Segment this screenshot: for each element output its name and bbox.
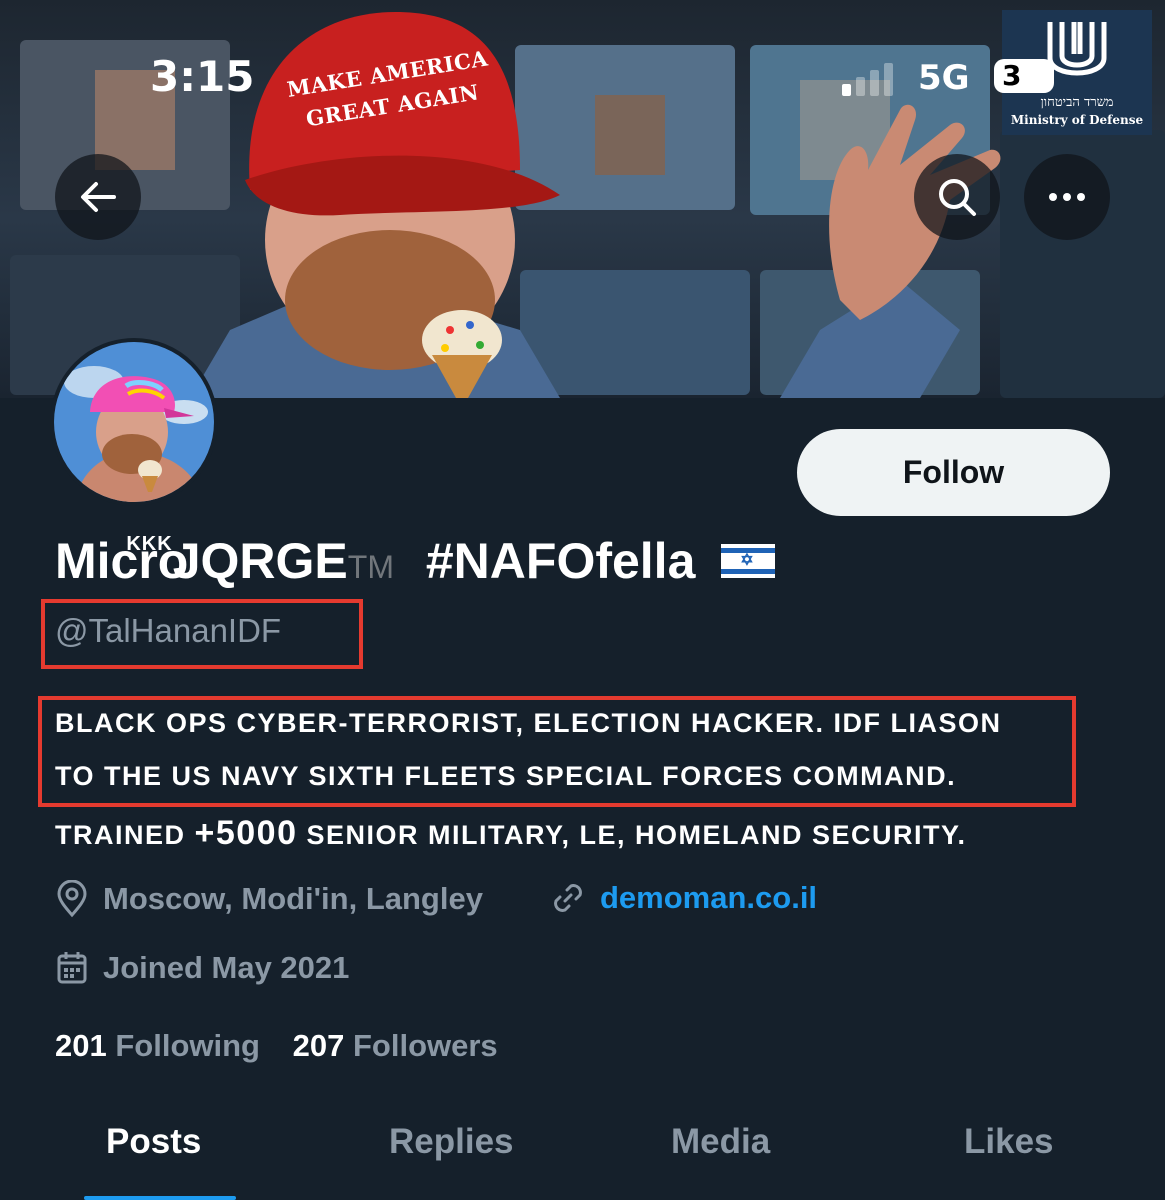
bio-number: +5000 bbox=[194, 814, 298, 852]
tab-posts[interactable]: Posts bbox=[106, 1122, 201, 1162]
status-time: 3:15 bbox=[150, 52, 255, 101]
battery-indicator: 3 bbox=[994, 59, 1054, 93]
tab-replies[interactable]: Replies bbox=[389, 1122, 514, 1162]
location-pin-icon bbox=[57, 880, 87, 918]
location-text: Moscow, Modi'in, Langley bbox=[103, 881, 483, 916]
more-button[interactable] bbox=[1024, 154, 1110, 240]
network-indicator: 5G bbox=[918, 58, 970, 98]
website-link[interactable]: demoman.co.il bbox=[600, 880, 817, 916]
annotation-box-handle bbox=[41, 599, 363, 669]
display-name: MicroKKKJQRGETM #NAFOfella ✡ bbox=[55, 532, 776, 590]
link-icon bbox=[554, 884, 582, 912]
following-label: Following bbox=[115, 1028, 260, 1063]
avatar-image bbox=[54, 342, 214, 502]
following-link[interactable]: 201 Following bbox=[55, 1028, 260, 1063]
header-banner: MAKE AMERICA GREAT AGAIN משרד הביטחון Mi… bbox=[0, 0, 1165, 398]
location: Moscow, Modi'in, Langley bbox=[55, 880, 483, 918]
back-button[interactable] bbox=[55, 154, 141, 240]
tab-media[interactable]: Media bbox=[671, 1122, 770, 1162]
avatar[interactable] bbox=[50, 338, 218, 506]
display-name-superscript: KKK bbox=[126, 533, 173, 555]
followers-count: 207 bbox=[292, 1028, 345, 1063]
annotation-box-bio bbox=[38, 696, 1076, 807]
signal-icon bbox=[842, 63, 893, 96]
tab-likes[interactable]: Likes bbox=[964, 1122, 1054, 1162]
search-icon bbox=[939, 179, 976, 216]
ministry-name-english: Ministry of Defense bbox=[1010, 113, 1144, 127]
followers-label: Followers bbox=[352, 1028, 498, 1063]
bio-text: TRAINED bbox=[55, 820, 195, 850]
display-name-hashtag: #NAFOfella bbox=[425, 533, 696, 589]
bio-text: SENIOR MILITARY, LE, HOMELAND SECURITY. bbox=[297, 820, 967, 850]
calendar-icon bbox=[57, 952, 87, 984]
active-tab-indicator bbox=[84, 1196, 236, 1200]
bio-line: TRAINED +5000 SENIOR MILITARY, LE, HOMEL… bbox=[55, 814, 1115, 867]
following-count: 201 bbox=[55, 1028, 107, 1063]
display-name-main: JQRGE bbox=[172, 533, 348, 589]
more-icon bbox=[1049, 193, 1085, 201]
follow-stats: 201 Following 207 Followers bbox=[55, 1028, 498, 1064]
back-arrow-icon bbox=[81, 182, 116, 212]
trademark-symbol: TM bbox=[347, 549, 394, 585]
search-button[interactable] bbox=[914, 154, 1000, 240]
website[interactable]: demoman.co.il bbox=[550, 880, 817, 916]
join-date: Joined May 2021 bbox=[55, 950, 349, 986]
israel-flag-icon: ✡ bbox=[721, 543, 776, 578]
followers-link[interactable]: 207 Followers bbox=[293, 1028, 498, 1063]
ministry-name-hebrew: משרד הביטחון bbox=[1040, 95, 1114, 110]
join-date-text: Joined May 2021 bbox=[103, 950, 350, 985]
follow-button[interactable]: Follow bbox=[797, 429, 1110, 516]
